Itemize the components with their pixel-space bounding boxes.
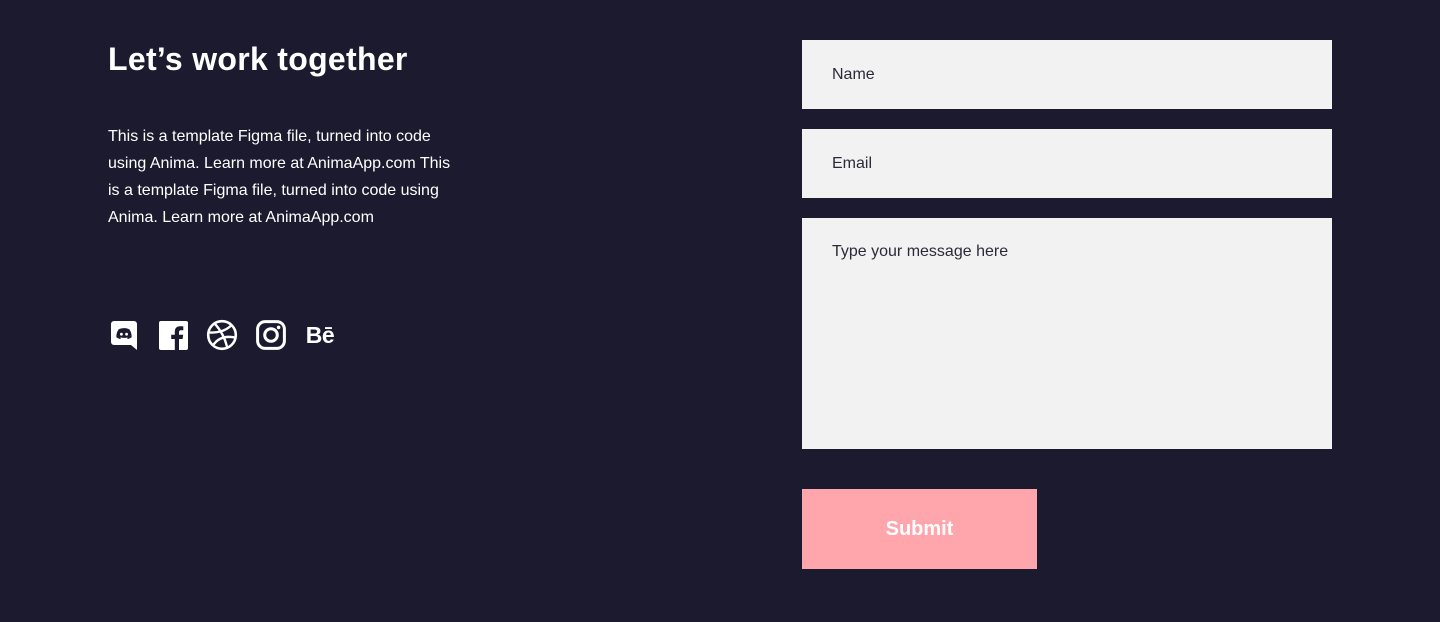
- message-field[interactable]: [802, 218, 1332, 449]
- submit-button[interactable]: Submit: [802, 489, 1037, 569]
- page-title: Let’s work together: [108, 41, 408, 77]
- discord-link[interactable]: [108, 318, 140, 352]
- instagram-icon: [256, 320, 286, 350]
- contact-form: Submit: [802, 40, 1332, 569]
- instagram-link[interactable]: [255, 318, 287, 352]
- intro-description: This is a template Figma file, turned in…: [108, 128, 451, 226]
- contact-intro: Let’s work together This is a template F…: [108, 38, 468, 231]
- email-field[interactable]: [802, 129, 1332, 198]
- facebook-link[interactable]: [157, 318, 189, 352]
- name-field[interactable]: [802, 40, 1332, 109]
- contact-section: Let’s work together This is a template F…: [0, 0, 1440, 622]
- dribbble-icon: [206, 319, 238, 351]
- facebook-icon: [158, 320, 188, 350]
- social-links: Bē: [108, 318, 336, 352]
- behance-icon: Bē: [305, 321, 335, 348]
- dribbble-link[interactable]: [206, 318, 238, 352]
- behance-link[interactable]: Bē: [304, 318, 336, 352]
- discord-icon: [111, 321, 137, 350]
